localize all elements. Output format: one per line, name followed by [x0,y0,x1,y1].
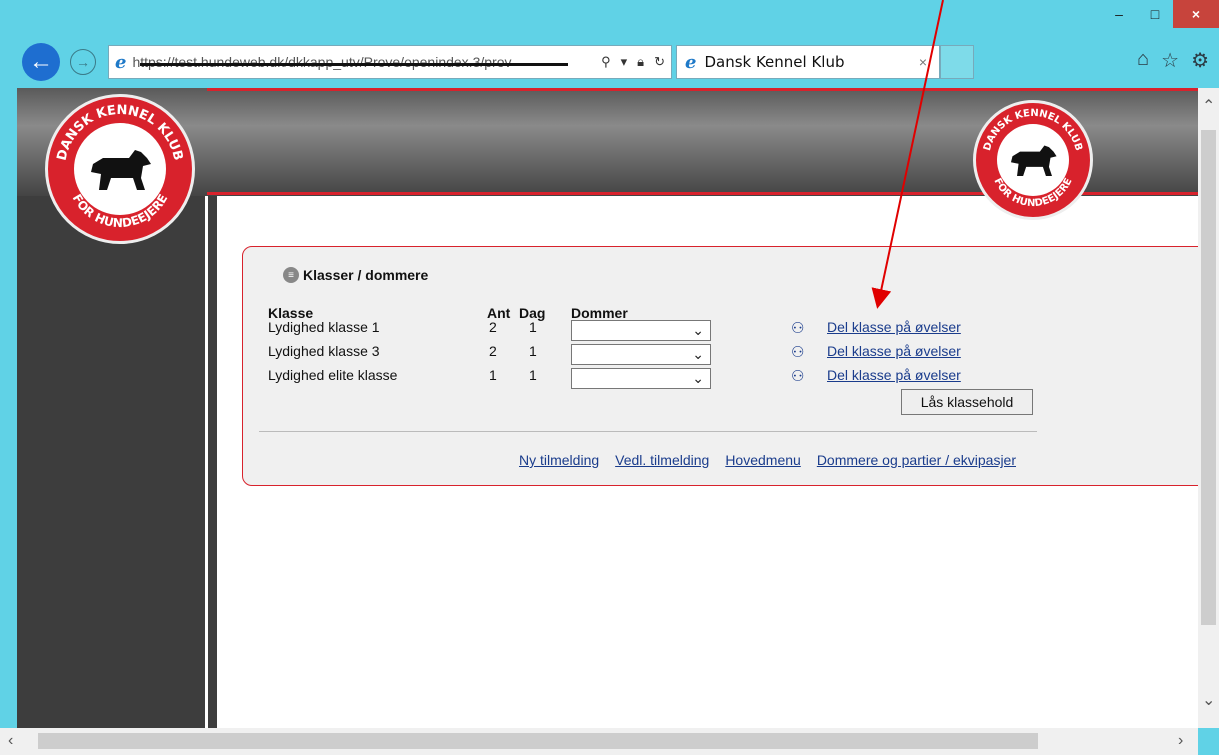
forward-button[interactable]: → [70,49,96,75]
panel-divider [259,431,1037,432]
window-controls: – □ × [1101,0,1219,30]
svg-text:DANSK KENNEL KLUB: DANSK KENNEL KLUB [55,103,186,162]
toolbar-icons: ⌂ ☆ ⚙ [1137,48,1209,73]
row-ant: 2 [489,343,497,359]
logo-ring-text: DANSK KENNEL KLUB FOR HUNDEEJERE [55,103,186,230]
url-value: https://test.hundeweb.dk/dkkapp_utv/Prov… [132,54,512,70]
left-sidebar [17,196,217,728]
sidebar-edge [205,196,208,728]
svg-text:DANSK KENNEL KLUB: DANSK KENNEL KLUB [982,108,1084,152]
chevron-down-icon: ⌄ [692,370,704,386]
logo-ring-text-small: DANSK KENNEL KLUB FOR HUNDEEJERE [982,108,1084,209]
scroll-right-icon[interactable]: › [1178,732,1183,750]
header-dommer: Dommer [571,305,628,321]
panel-title: Klasser / dommere [303,267,429,283]
back-arrow-icon: ← [29,48,53,75]
split-class-icon[interactable]: ⚇ [791,319,813,339]
tab-dansk-kennel-klub[interactable]: e Dansk Kennel Klub × [676,45,940,79]
svg-text:FOR HUNDEEJERE: FOR HUNDEEJERE [70,192,171,230]
home-icon[interactable]: ⌂ [1137,48,1149,73]
scroll-up-icon[interactable]: ⌃ [1202,96,1215,116]
link-vedl-tilmelding[interactable]: Vedl. tilmelding [615,452,709,468]
ie-logo-icon: e [115,51,127,73]
refresh-icon[interactable]: ↻ [654,54,665,70]
split-class-link[interactable]: Del klasse på øvelser [827,319,961,335]
row-klasse: Lydighed klasse 1 [268,319,380,335]
row-dag: 1 [529,319,537,335]
row-klasse: Lydighed klasse 3 [268,343,380,359]
lock-icon[interactable]: 🔒︎ [637,54,644,70]
panel-list-icon: ≡ [283,267,299,283]
search-icon[interactable]: ⚲ [601,54,611,70]
chevron-down-icon: ⌄ [692,346,704,362]
minimize-button[interactable]: – [1101,0,1137,28]
link-ny-tilmelding[interactable]: Ny tilmelding [519,452,599,468]
ie-tab-icon: e [685,51,697,73]
dkk-logo-small: DANSK KENNEL KLUB FOR HUNDEEJERE [973,100,1093,220]
row-ant: 2 [489,319,497,335]
vertical-scroll-thumb[interactable] [1201,130,1216,625]
row-ant: 1 [489,367,497,383]
favorites-star-icon[interactable]: ☆ [1161,48,1179,73]
maximize-button[interactable]: □ [1137,0,1173,28]
dkk-logo-large: DANSK KENNEL KLUB FOR HUNDEEJERE [45,94,195,244]
browser-window: – □ × ← → e https://test.hundeweb.dk/dkk… [0,0,1219,755]
dropdown-icon[interactable]: ▾ [621,54,628,70]
lock-classes-button[interactable]: Lås klassehold [901,389,1033,415]
scroll-down-icon[interactable]: ⌄ [1202,690,1215,710]
split-class-link[interactable]: Del klasse på øvelser [827,367,961,383]
dommer-select[interactable]: ⌄ [571,320,711,341]
page-content: DANSK KENNEL KLUB FOR HUNDEEJERE DANSK K… [17,88,1198,728]
link-hovedmenu[interactable]: Hovedmenu [725,452,801,468]
split-class-link[interactable]: Del klasse på øvelser [827,343,961,359]
settings-gear-icon[interactable]: ⚙ [1191,48,1209,73]
tab-close-icon[interactable]: × [919,54,927,70]
new-tab-button[interactable] [940,45,974,79]
split-class-icon[interactable]: ⚇ [791,367,813,387]
scroll-left-icon[interactable]: ‹ [8,732,13,750]
tab-title: Dansk Kennel Klub [704,53,845,71]
dommer-select[interactable]: ⌄ [571,368,711,389]
bottom-nav-links: Ny tilmelding Vedl. tilmelding Hovedmenu… [519,452,1016,468]
row-klasse: Lydighed elite klasse [268,367,398,383]
url-redaction-line [140,63,569,66]
close-window-button[interactable]: × [1173,0,1219,28]
row-dag: 1 [529,367,537,383]
dommer-select[interactable]: ⌄ [571,344,711,365]
banner-top-line [207,88,1198,91]
split-class-icon[interactable]: ⚇ [791,343,813,363]
row-dag: 1 [529,343,537,359]
link-dommere-og-partier[interactable]: Dommere og partier / ekvipasjer [817,452,1016,468]
url-text[interactable]: https://test.hundeweb.dk/dkkapp_utv/Prov… [132,54,572,70]
svg-text:FOR HUNDEEJERE: FOR HUNDEEJERE [991,176,1074,209]
horizontal-scroll-thumb[interactable] [38,733,1038,749]
address-bar[interactable]: e https://test.hundeweb.dk/dkkapp_utv/Pr… [108,45,672,79]
chevron-down-icon: ⌄ [692,322,704,338]
classes-judges-panel: ≡ Klasser / dommere Klasse Ant Dag Domme… [242,246,1198,486]
back-button[interactable]: ← [22,43,60,81]
forward-arrow-icon: → [76,54,90,70]
address-bar-icons: ⚲ ▾ 🔒︎ ↻ [601,54,665,70]
